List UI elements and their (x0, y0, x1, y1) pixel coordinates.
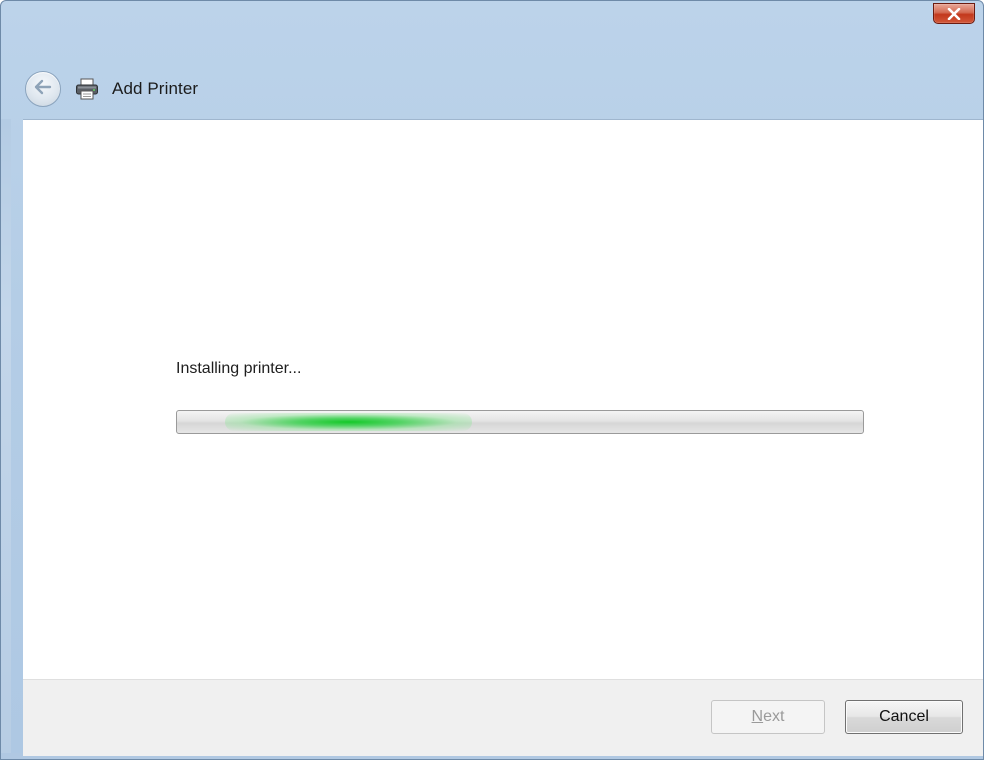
add-printer-window: Add Printer Installing printer... Next C… (0, 0, 984, 760)
wizard-header: Add Printer (11, 65, 198, 113)
window-frame-left (1, 119, 11, 759)
next-button-mnemonic: N (751, 708, 764, 725)
next-button-label-rest: ext (763, 708, 785, 725)
progress-bar (176, 410, 864, 434)
back-arrow-icon (33, 78, 53, 101)
cancel-button[interactable]: Cancel (845, 700, 963, 734)
close-icon (947, 7, 961, 20)
next-button[interactable]: Next (711, 700, 825, 734)
wizard-content: Installing printer... (23, 119, 983, 680)
close-button[interactable] (933, 3, 975, 24)
back-button[interactable] (25, 71, 61, 107)
progress-indicator (225, 413, 472, 431)
printer-icon (74, 77, 100, 101)
status-text: Installing printer... (176, 360, 302, 377)
wizard-footer: Next Cancel (23, 679, 983, 756)
window-title: Add Printer (112, 79, 199, 98)
